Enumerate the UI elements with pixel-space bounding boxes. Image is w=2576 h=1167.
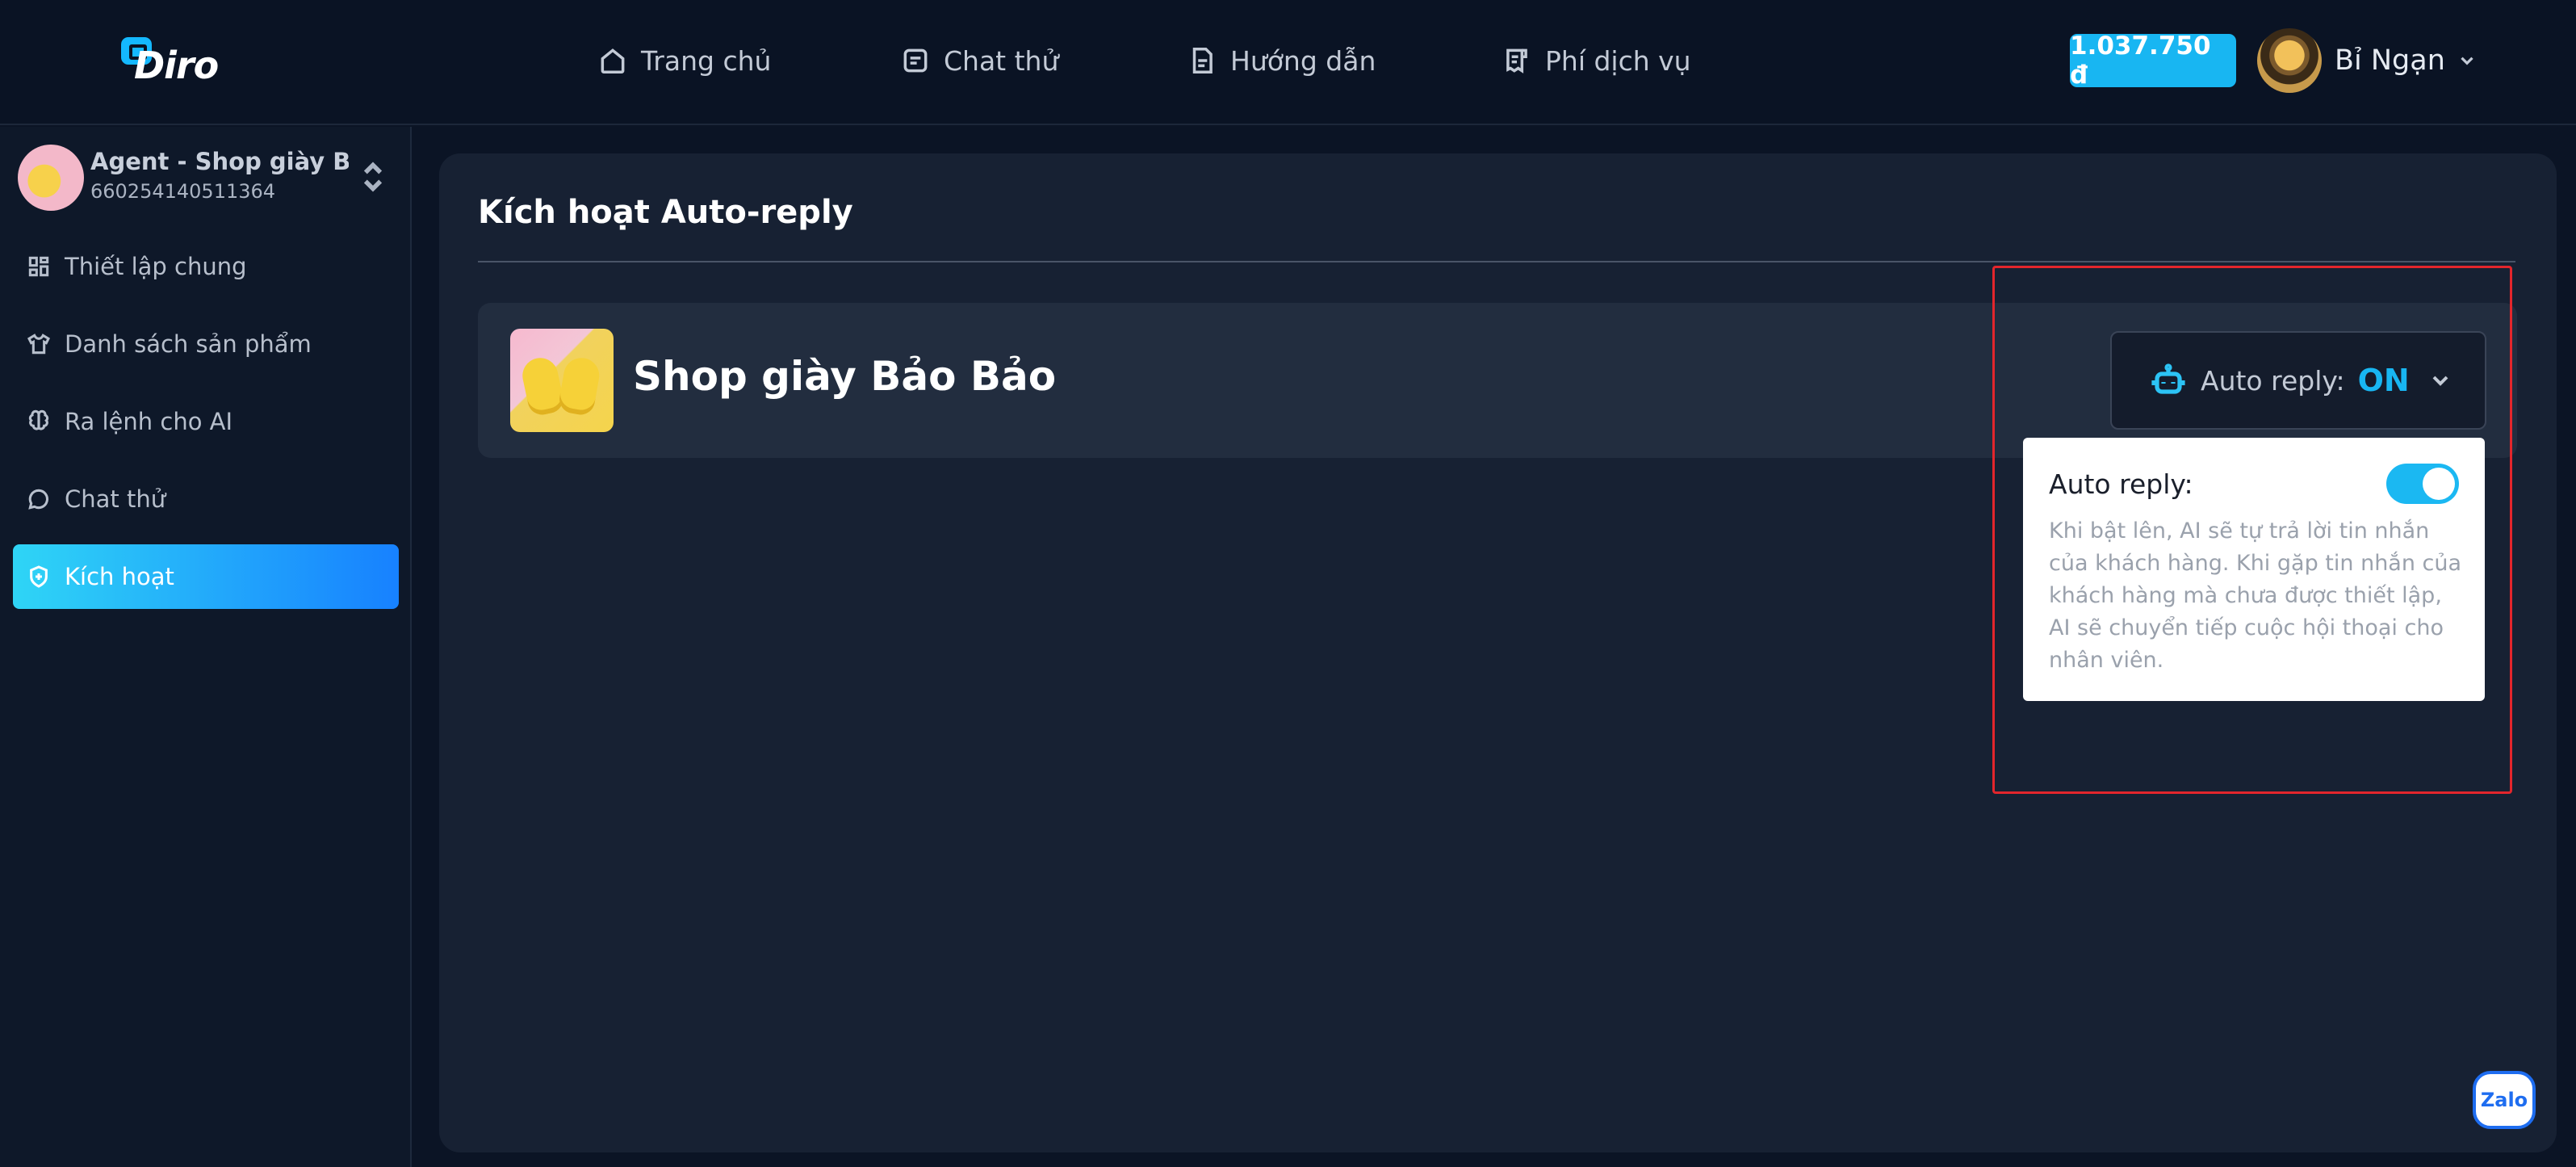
highlight-box — [1992, 266, 2512, 794]
nav-label: Trang chủ — [641, 44, 772, 77]
sidebar-item-danh-sach-san-pham[interactable]: Danh sách sản phẩm — [13, 312, 399, 376]
nav-huong-dan[interactable]: Hướng dẫn — [1187, 40, 1376, 81]
receipt-icon — [1506, 48, 1527, 73]
nav-label: Chat thử — [944, 44, 1059, 77]
sidebar-item-label: Chat thử — [65, 485, 166, 513]
zalo-label: Zalo — [2480, 1089, 2528, 1111]
sidebar-item-thiet-lap-chung[interactable]: Thiết lập chung — [13, 234, 399, 299]
chat-square-icon — [903, 48, 928, 73]
sidebar-item-chat-thu[interactable]: Chat thử — [13, 467, 399, 531]
sidebar-item-kich-hoat[interactable]: Kích hoạt — [13, 544, 399, 609]
chevron-up-down-icon — [363, 162, 383, 192]
chevron-down-icon — [2461, 57, 2473, 65]
shop-thumbnail — [510, 329, 614, 432]
agent-selector[interactable]: Agent - Shop giày B... 660254140511364 — [18, 143, 397, 216]
agent-name: Agent - Shop giày B... — [90, 148, 349, 175]
shirt-icon — [27, 334, 51, 355]
sidebar-item-label: Danh sách sản phẩm — [65, 330, 312, 358]
brain-icon — [28, 409, 49, 430]
user-menu[interactable]: Bỉ Ngạn — [2335, 40, 2478, 81]
grid-icon — [28, 256, 49, 277]
nav-phi-dich-vu[interactable]: Phí dịch vụ — [1502, 40, 1691, 81]
nav-label: Phí dịch vụ — [1545, 44, 1691, 77]
home-icon — [601, 48, 625, 73]
zalo-chat-button[interactable]: Zalo — [2473, 1071, 2536, 1129]
agent-id: 660254140511364 — [90, 180, 276, 203]
balance-badge[interactable]: 1.037.750 đ — [2070, 31, 2236, 90]
sidebar-item-label: Thiết lập chung — [65, 253, 247, 280]
sidebar: Agent - Shop giày B... 660254140511364 T… — [0, 127, 412, 1167]
sidebar-item-label: Kích hoạt — [65, 563, 174, 590]
chat-bubble-icon — [28, 489, 48, 510]
document-icon — [1192, 48, 1213, 73]
agent-avatar — [18, 145, 84, 211]
user-name: Bỉ Ngạn — [2335, 44, 2445, 77]
nav-trang-chu[interactable]: Trang chủ — [597, 40, 771, 81]
nav-chat-thu[interactable]: Chat thử — [900, 40, 1058, 81]
user-avatar[interactable] — [2257, 28, 2322, 93]
sidebar-item-label: Ra lệnh cho AI — [65, 408, 233, 435]
top-bar: Diro Trang chủ Chat thử Hướng dẫn Phí dị… — [0, 0, 2576, 125]
shop-name: Shop giày Bảo Bảo — [633, 353, 1057, 400]
agent-switch-button[interactable] — [357, 159, 389, 195]
sidebar-item-ra-lenh-cho-ai[interactable]: Ra lệnh cho AI — [13, 389, 399, 454]
page-title: Kích hoạt Auto-reply — [478, 194, 853, 231]
nav-label: Hướng dẫn — [1230, 44, 1376, 77]
divider — [478, 261, 2515, 262]
shield-plus-icon — [30, 565, 48, 588]
